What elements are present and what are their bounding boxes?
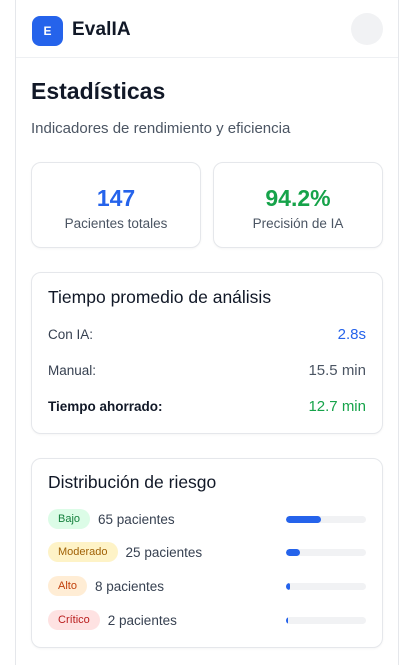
analysis-row-ai: Con IA: 2.8s	[48, 324, 366, 344]
row-label: Tiempo ahorrado:	[48, 398, 163, 414]
page-subtitle: Indicadores de rendimiento y eficiencia	[31, 120, 291, 137]
risk-bar-track	[286, 516, 366, 523]
risk-count: 2 pacientes	[107, 612, 177, 628]
risk-bar-fill	[286, 583, 291, 590]
risk-bar-track	[286, 549, 366, 556]
stat-card-ai-accuracy: 94.2% Precisión de IA	[213, 162, 383, 248]
risk-badge-low: Bajo	[48, 509, 91, 529]
risk-badge-high: Alto	[48, 576, 87, 596]
risk-count: 8 pacientes	[94, 578, 165, 594]
risk-count: 65 pacientes	[98, 511, 175, 527]
frame-right-border	[398, 0, 399, 665]
analysis-time-card: Tiempo promedio de análisis Con IA: 2.8s…	[31, 272, 383, 434]
frame-left-border	[15, 0, 16, 665]
stat-value: 147	[96, 185, 136, 211]
app-header: E EvalIA	[16, 0, 398, 58]
risk-bar-track	[286, 583, 366, 590]
risk-row-critical: Crítico 2 pacientes	[48, 609, 366, 631]
risk-bar-fill	[286, 516, 322, 523]
user-avatar[interactable]	[351, 13, 383, 45]
app-name: EvalIA	[72, 19, 131, 40]
analysis-time-title: Tiempo promedio de análisis	[48, 287, 272, 307]
risk-count: 25 pacientes	[125, 544, 203, 560]
row-label: Manual:	[48, 362, 97, 378]
analysis-row-manual: Manual: 15.5 min	[48, 360, 366, 380]
stat-label: Precisión de IA	[252, 216, 344, 231]
stat-label: Pacientes totales	[64, 216, 168, 231]
risk-row-low: Bajo 65 pacientes	[48, 508, 366, 530]
row-value: 12.7 min	[308, 397, 366, 415]
row-value: 2.8s	[337, 325, 366, 343]
row-value: 15.5 min	[308, 361, 366, 379]
risk-bar-fill	[286, 549, 300, 556]
analysis-row-saved: Tiempo ahorrado: 12.7 min	[48, 396, 366, 416]
risk-distribution-title: Distribución de riesgo	[48, 472, 217, 492]
page-title: Estadísticas	[31, 78, 166, 104]
risk-row-moderate: Moderado 25 pacientes	[48, 541, 366, 563]
stat-value: 94.2%	[265, 185, 331, 211]
risk-bar-fill	[286, 617, 288, 624]
risk-badge-critical: Crítico	[48, 610, 100, 630]
app-logo[interactable]: E	[32, 16, 63, 46]
risk-row-high: Alto 8 pacientes	[48, 575, 366, 597]
risk-badge-moderate: Moderado	[48, 542, 118, 562]
risk-distribution-card: Distribución de riesgo Bajo 65 pacientes…	[31, 458, 383, 648]
risk-bar-track	[286, 617, 366, 624]
stat-card-total-patients: 147 Pacientes totales	[31, 162, 201, 248]
row-label: Con IA:	[48, 326, 94, 342]
